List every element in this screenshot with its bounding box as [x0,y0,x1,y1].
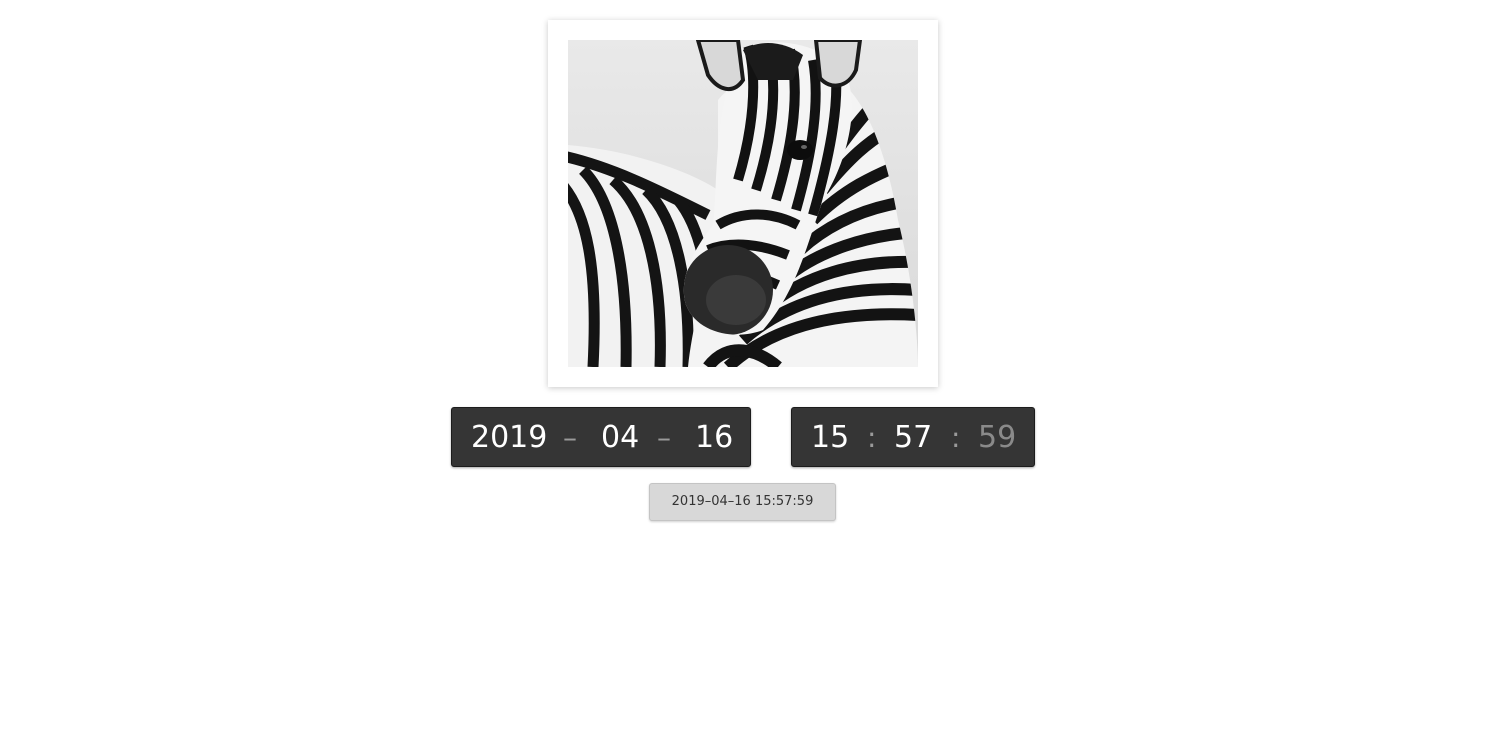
date-separator: – [563,421,577,454]
year-value: 2019 [471,420,548,455]
date-display: 2019 – 04 – 16 [451,407,751,467]
zebra-photo [568,40,918,367]
seconds-value: 59 [978,420,1017,455]
time-separator: : [867,421,877,454]
photo-frame [548,20,938,387]
zebra-illustration [568,40,918,367]
day-value: 16 [695,420,734,455]
time-display: 15 : 57 : 59 [791,407,1035,467]
hours-value: 15 [811,420,850,455]
page: 2019 – 04 – 16 15 : 57 : 59 2019–04–16 1… [0,0,1485,740]
time-separator: : [951,421,961,454]
month-value: 04 [601,420,640,455]
timestamp-button[interactable]: 2019–04–16 15:57:59 [649,483,836,521]
date-separator: – [657,421,671,454]
minutes-value: 57 [894,420,933,455]
